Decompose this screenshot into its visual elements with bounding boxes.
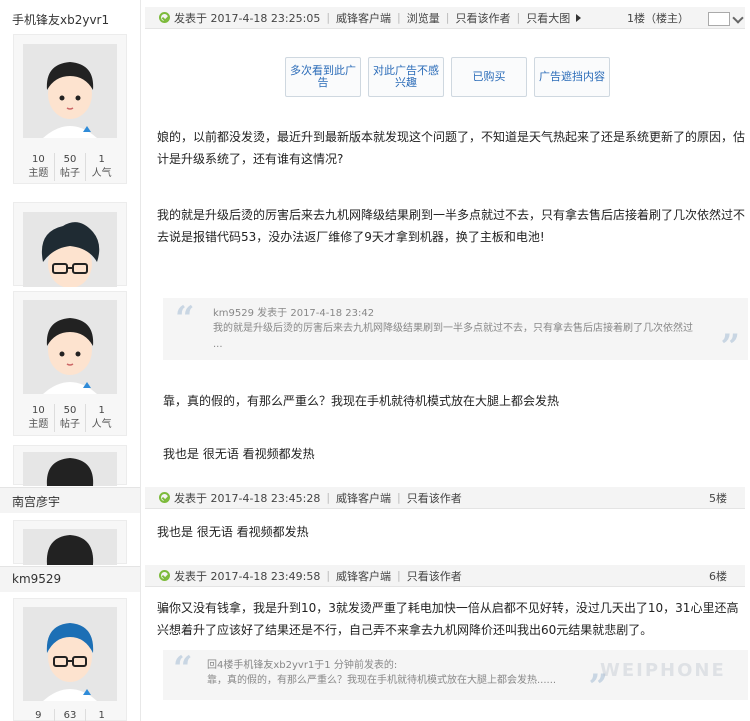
- stat-popularity[interactable]: 1: [85, 709, 117, 721]
- floor-number: 5楼: [709, 491, 727, 505]
- avatar[interactable]: [23, 607, 117, 701]
- post-header: 发表于 2017-4-18 23:49:58 | 威锋客户端 | 只看该作者 6…: [145, 565, 745, 587]
- post-content: 我也是 很无语 看视频都发热: [163, 447, 315, 461]
- avatar[interactable]: [23, 44, 117, 138]
- stat-popularity[interactable]: 1 人气: [85, 153, 117, 181]
- stat-topics[interactable]: 10 主题: [23, 153, 54, 181]
- client-link[interactable]: 威锋客户端: [336, 490, 391, 506]
- author-card: 10 主题 50 帖子 1 人气: [13, 34, 127, 184]
- post-date: 发表于 2017-4-18 23:45:28: [174, 491, 321, 505]
- views-link[interactable]: 浏览量: [407, 10, 440, 26]
- ad-option-seen-often[interactable]: 多次看到此广告: [285, 57, 361, 97]
- quote-text: 靠，真的假的，有那么严重么？我现在手机就待机模式放在大腿上都会发热......: [207, 675, 557, 686]
- author-only-link[interactable]: 只看该作者: [455, 10, 510, 26]
- post-header: 发表于 2017-4-18 23:25:05 | 威锋客户端 | 浏览量 | 只…: [145, 7, 745, 29]
- quote-text: 我的就是升级后烫的厉害后来去九机网降级结果刷到一半多点就过不去，只有拿去售后店接…: [213, 323, 693, 334]
- author-name[interactable]: 南宫彦宇: [12, 493, 60, 510]
- author-only-link[interactable]: 只看该作者: [407, 490, 462, 506]
- author-card: 9 63 1: [13, 598, 127, 721]
- toggle-box[interactable]: [708, 12, 730, 26]
- post-header: 发表于 2017-4-18 23:45:28 | 威锋客户端 | 只看该作者 5…: [145, 487, 745, 509]
- online-status-icon: [159, 492, 170, 503]
- client-link[interactable]: 威锋客户端: [336, 10, 391, 26]
- author-stats: 9 63 1: [23, 709, 117, 721]
- quote-block: “ km9529 发表于 2017-4-18 23:42 我的就是升级后烫的厉害…: [163, 298, 748, 367]
- author-card: [13, 520, 127, 565]
- post-content: 靠，真的假的，有那么严重么？我现在手机就待机模式放在大腿上都会发热: [163, 394, 560, 408]
- quote-open-icon: “: [175, 299, 195, 339]
- post-content: 我也是 很无语 看视频都发热: [157, 525, 309, 539]
- online-status-icon: [159, 570, 170, 581]
- author-stats: 10 主题 50 帖子 1 人气: [23, 153, 117, 181]
- stat-posts[interactable]: 50 帖子: [53, 153, 86, 181]
- author-card: [13, 202, 127, 287]
- column-divider: [140, 0, 141, 721]
- online-status-icon: [159, 12, 170, 23]
- post-content: 我的就是升级后烫的厉害后来去九机网降级结果刷到一半多点就过不去，只有拿去售后店接…: [157, 208, 746, 244]
- stat-posts[interactable]: 50 帖子: [53, 404, 86, 432]
- stat-popularity[interactable]: 1 人气: [85, 404, 117, 432]
- client-link[interactable]: 威锋客户端: [336, 568, 391, 584]
- stat-posts[interactable]: 63: [53, 709, 86, 721]
- post-content: 娘的，以前都没发烫，最近升到最新版本就发现这个问题了，不知道是天气热起来了还是系…: [157, 130, 746, 166]
- quote-close-icon: ”: [720, 327, 740, 367]
- avatar[interactable]: [23, 452, 117, 486]
- quote-author[interactable]: km9529 发表于 2017-4-18 23:42: [213, 307, 374, 321]
- quote-author[interactable]: 回4楼手机锋友xb2yvr1于1 分钟前发表的:: [207, 659, 397, 673]
- quote-open-icon: “: [173, 649, 193, 689]
- caret-right-icon[interactable]: [576, 13, 582, 22]
- quote-more: ...: [213, 339, 223, 350]
- author-card: [13, 445, 127, 486]
- author-name[interactable]: km9529: [12, 572, 61, 586]
- ad-option-covers-content[interactable]: 广告遮挡内容: [534, 57, 610, 97]
- author-stats: 10 主题 50 帖子 1 人气: [23, 404, 117, 432]
- floor-number: 6楼: [709, 569, 727, 583]
- post-date: 发表于 2017-4-18 23:25:05: [174, 11, 321, 25]
- avatar[interactable]: [23, 529, 117, 565]
- floor-number: 1楼（楼主）: [627, 11, 689, 25]
- author-card: 10 主题 50 帖子 1 人气: [13, 291, 127, 436]
- author-sidebar: 手机锋友xb2yvr1 10 主题 50 帖子 1 人气 10 主题 50 帖子…: [0, 0, 140, 721]
- stat-topics[interactable]: 9: [23, 709, 54, 721]
- author-name[interactable]: 手机锋友xb2yvr1: [12, 11, 109, 28]
- ad-option-purchased[interactable]: 已购买: [451, 57, 527, 97]
- stat-topics[interactable]: 10 主题: [23, 404, 54, 432]
- big-image-link[interactable]: 只看大图: [526, 10, 570, 26]
- post-content: 骗你又没有钱拿，我是升到10，3就发烫严重了耗电加快一倍从启都不见好转，没过几天…: [157, 601, 739, 637]
- watermark-logo: WEIPHONE: [600, 660, 726, 681]
- author-only-link[interactable]: 只看该作者: [407, 568, 462, 584]
- avatar[interactable]: [23, 300, 117, 394]
- post-date: 发表于 2017-4-18 23:49:58: [174, 569, 321, 583]
- ad-option-not-interested[interactable]: 对此广告不感兴趣: [368, 57, 444, 97]
- avatar[interactable]: [23, 212, 117, 287]
